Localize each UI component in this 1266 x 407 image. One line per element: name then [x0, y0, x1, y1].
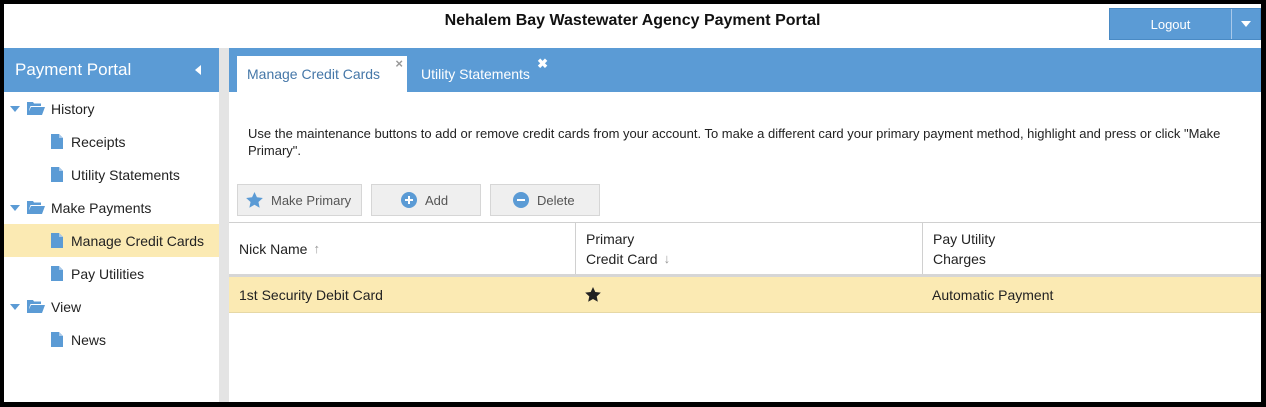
sidebar-item-manage-credit-cards[interactable]: Manage Credit Cards	[4, 224, 219, 257]
delete-button[interactable]: Delete	[490, 184, 600, 216]
sidebar-title: Payment Portal	[15, 60, 132, 79]
tab-utility-statements[interactable]: Utility Statements ✖	[411, 56, 556, 92]
app-header: Nehalem Bay Wastewater Agency Payment Po…	[4, 4, 1261, 46]
toolbar: Make Primary Add Delete	[237, 184, 609, 216]
sidebar-item-label: Receipts	[71, 133, 126, 150]
close-icon[interactable]: ×	[395, 57, 403, 71]
folder-open-icon	[27, 201, 45, 214]
sidebar-item-pay-utilities[interactable]: Pay Utilities	[4, 257, 219, 290]
sidebar: Payment Portal History Receipts Utility …	[4, 48, 219, 402]
table-cell-pay-utility: Automatic Payment	[932, 286, 1054, 303]
document-icon	[51, 233, 63, 248]
plus-circle-icon	[401, 192, 417, 208]
sidebar-group-view[interactable]: View	[4, 290, 219, 323]
sidebar-item-label: Utility Statements	[71, 166, 180, 183]
app-window: Nehalem Bay Wastewater Agency Payment Po…	[4, 4, 1261, 402]
sidebar-item-receipts[interactable]: Receipts	[4, 125, 219, 158]
table-cell-nick-name: 1st Security Debit Card	[239, 286, 383, 303]
panel-splitter[interactable]	[219, 48, 229, 402]
sidebar-group-label: History	[51, 100, 95, 117]
caret-down-icon	[10, 204, 20, 211]
logout-button-group: Logout	[1109, 8, 1261, 40]
logout-button[interactable]: Logout	[1110, 9, 1232, 39]
column-header-label: Pay Utility	[933, 230, 996, 247]
sidebar-item-utility-statements[interactable]: Utility Statements	[4, 158, 219, 191]
sidebar-group-history[interactable]: History	[4, 92, 219, 125]
chevron-left-icon[interactable]	[195, 65, 201, 75]
column-header-pay-utility-charges[interactable]: Pay Utility Charges	[922, 223, 1261, 274]
column-header-label: Nick Name	[239, 240, 308, 257]
page-title: Nehalem Bay Wastewater Agency Payment Po…	[444, 12, 821, 29]
star-icon	[585, 287, 601, 302]
folder-open-icon	[27, 102, 45, 115]
column-header-label: Credit Card	[586, 250, 658, 267]
document-icon	[51, 134, 63, 149]
tab-bar: Manage Credit Cards × Utility Statements…	[229, 48, 1261, 92]
credit-card-table: Nick Name ↑ Primary Credit Card ↓ Pay Ut…	[229, 222, 1261, 313]
minus-circle-icon	[513, 192, 529, 208]
logout-menu-toggle[interactable]	[1232, 9, 1260, 39]
table-row[interactable]: 1st Security Debit Card Automatic Paymen…	[229, 277, 1261, 313]
sidebar-item-label: News	[71, 331, 107, 348]
sidebar-group-label: View	[51, 298, 82, 315]
tab-label: Utility Statements	[421, 66, 530, 82]
column-header-primary-credit-card[interactable]: Primary Credit Card ↓	[575, 223, 922, 274]
sidebar-item-label: Pay Utilities	[71, 265, 145, 282]
make-primary-label: Make Primary	[271, 192, 352, 208]
sort-down-icon: ↓	[663, 250, 671, 266]
caret-down-icon	[10, 105, 20, 112]
folder-open-icon	[27, 300, 45, 313]
chevron-down-icon	[1241, 21, 1251, 27]
close-icon[interactable]: ✖	[537, 57, 548, 71]
column-header-nick-name[interactable]: Nick Name ↑	[229, 223, 575, 274]
sidebar-group-make-payments[interactable]: Make Payments	[4, 191, 219, 224]
caret-down-icon	[10, 303, 20, 310]
instructions-text: Use the maintenance buttons to add or re…	[248, 126, 1221, 158]
sidebar-header: Payment Portal	[4, 48, 219, 92]
document-icon	[51, 167, 63, 182]
sort-up-icon: ↑	[313, 241, 320, 256]
document-icon	[51, 266, 63, 281]
delete-label: Delete	[537, 192, 575, 208]
column-header-label: Primary	[586, 230, 635, 247]
make-primary-button[interactable]: Make Primary	[237, 184, 362, 216]
sidebar-item-news[interactable]: News	[4, 323, 219, 356]
add-button[interactable]: Add	[371, 184, 481, 216]
tab-manage-credit-cards[interactable]: Manage Credit Cards ×	[237, 56, 407, 92]
tab-label: Manage Credit Cards	[247, 66, 381, 82]
sidebar-tree: History Receipts Utility Statements Make…	[4, 92, 219, 356]
document-icon	[51, 332, 63, 347]
main-panel: Manage Credit Cards × Utility Statements…	[229, 48, 1261, 402]
sidebar-group-label: Make Payments	[51, 199, 152, 216]
star-icon	[246, 192, 263, 208]
add-label: Add	[425, 192, 449, 208]
sidebar-item-label: Manage Credit Cards	[71, 232, 205, 249]
table-cell-primary	[575, 287, 922, 302]
column-header-label-line2: Credit Card ↓	[586, 249, 922, 269]
table-header: Nick Name ↑ Primary Credit Card ↓ Pay Ut…	[229, 222, 1261, 277]
column-header-label: Charges	[933, 250, 986, 267]
